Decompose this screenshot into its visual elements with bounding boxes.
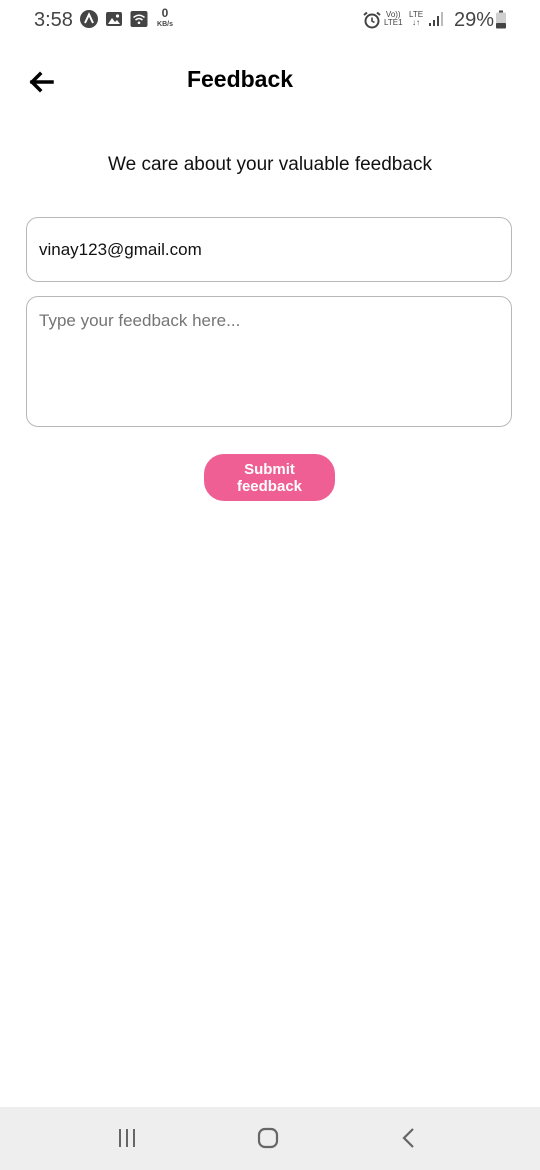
volte-indicator: Vo)) LTE1 bbox=[384, 11, 403, 27]
app-notification-icon bbox=[80, 10, 98, 28]
lte-bottom-label: ↓↑ bbox=[412, 18, 421, 27]
data-rate: 0 KB/s bbox=[154, 6, 176, 31]
submit-feedback-button[interactable]: Submit feedback bbox=[204, 454, 335, 501]
wifi-icon bbox=[130, 11, 148, 27]
signal-icon bbox=[429, 12, 443, 26]
data-rate-unit: KB/s bbox=[157, 21, 173, 28]
back-icon[interactable] bbox=[394, 1123, 424, 1153]
lte-indicator: LTE ↓↑ bbox=[409, 11, 423, 27]
volte-bottom-label: LTE1 bbox=[384, 18, 403, 27]
system-nav-bar bbox=[0, 1107, 540, 1170]
email-field[interactable] bbox=[26, 217, 512, 282]
battery-icon bbox=[496, 10, 506, 29]
home-icon[interactable] bbox=[253, 1123, 283, 1153]
page-title: Feedback bbox=[186, 66, 294, 92]
recent-apps-icon[interactable] bbox=[112, 1123, 142, 1153]
feedback-screen: 3:58 0 KB/s Vo)) LTE1 LTE ↓↑ 29% Feedbac… bbox=[0, 0, 540, 1170]
status-bar: 3:58 0 KB/s Vo)) LTE1 LTE ↓↑ 29% bbox=[0, 0, 540, 40]
feedback-subtitle: We care about your valuable feedback bbox=[108, 154, 432, 175]
status-time: 3:58 bbox=[34, 9, 73, 31]
gallery-icon bbox=[106, 12, 122, 26]
alarm-icon bbox=[363, 11, 381, 29]
feedback-textarea[interactable] bbox=[26, 296, 512, 427]
data-rate-value: 0 bbox=[161, 6, 169, 20]
battery-percent: 29% bbox=[454, 9, 495, 31]
